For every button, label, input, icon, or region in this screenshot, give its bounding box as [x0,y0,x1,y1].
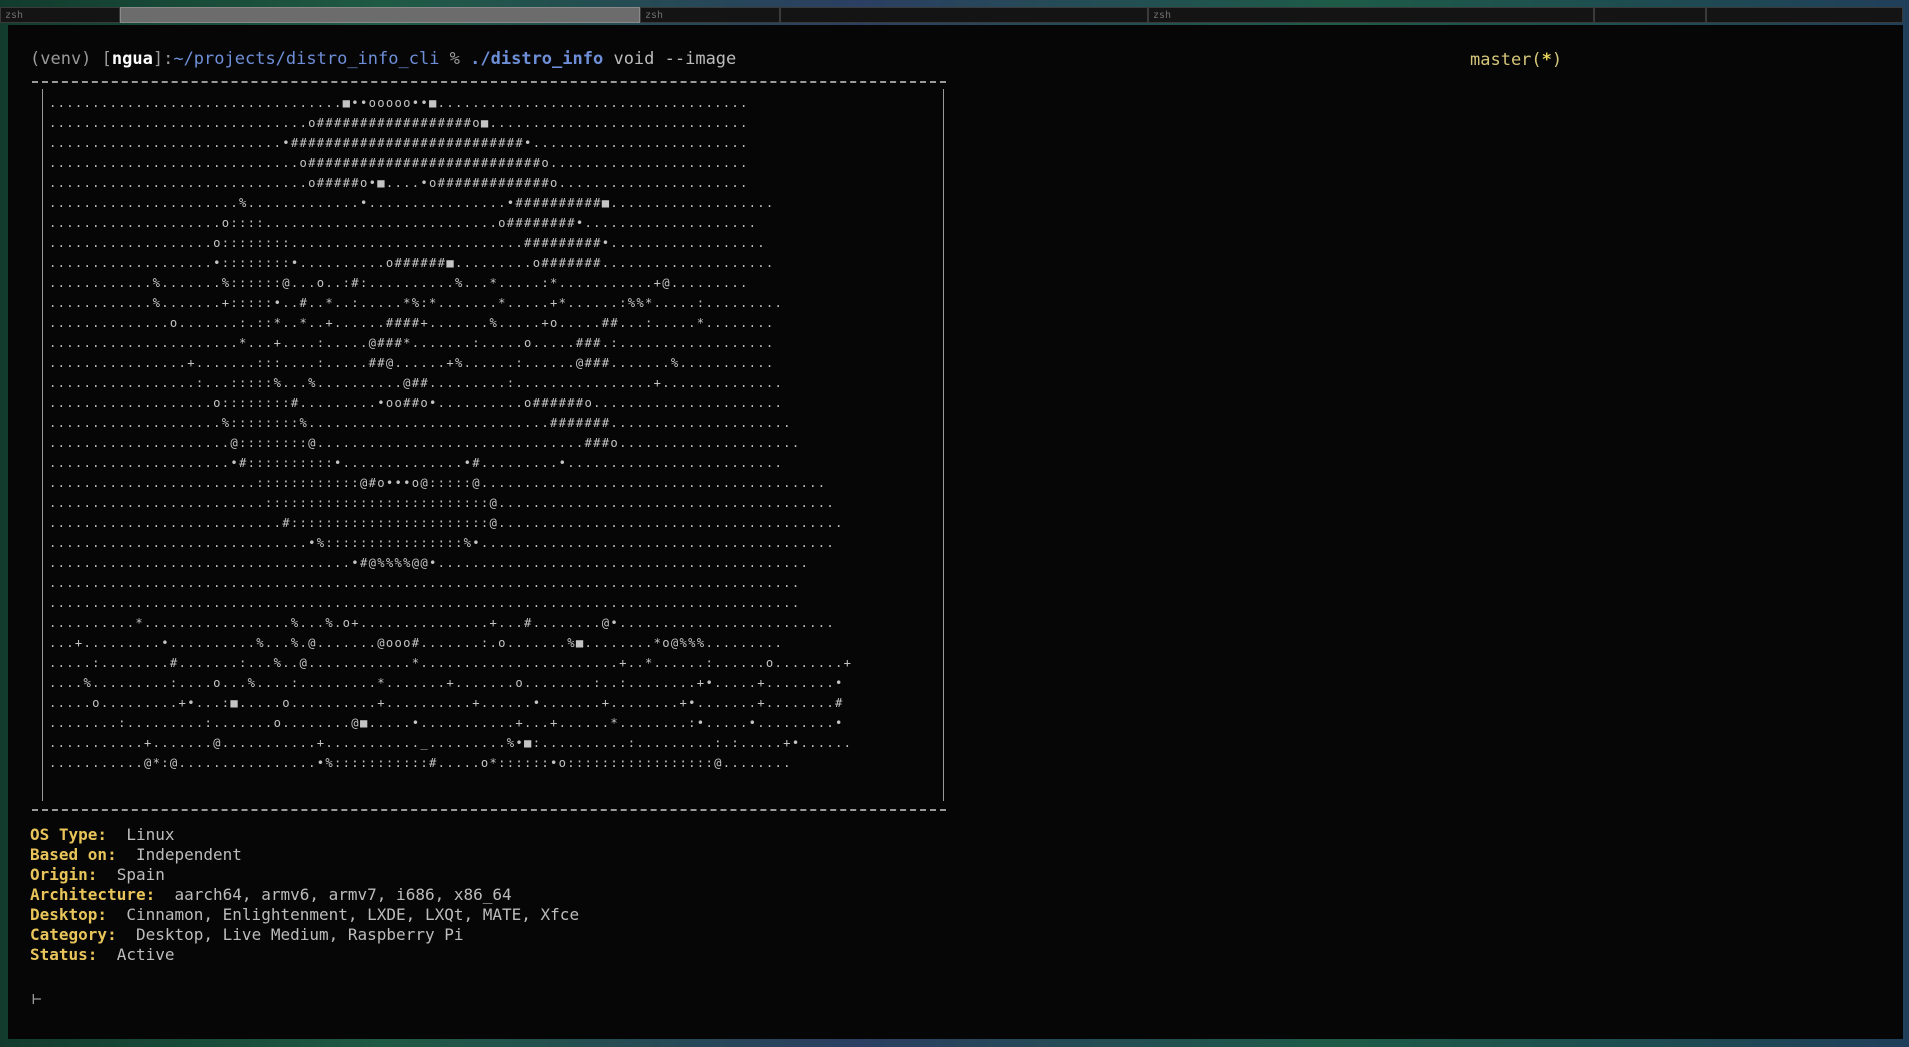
ascii-art-line: ...........@*:@................•%:::::::… [49,756,792,770]
ascii-art-border: ..................................■••ooo… [42,89,944,801]
info-row: OS Type: Linux [30,825,579,845]
git-dirty-marker: * [1541,50,1552,70]
command-prompt: (venv) [ngua]:~/projects/distro_info_cli… [30,49,736,69]
git-branch-label: master( [1470,50,1542,70]
ascii-art-line: ...+.........•..........%...%.@.......@o… [49,636,784,650]
ascii-art-line: ..............................o#####o•■.… [49,176,749,190]
info-row: Status: Active [30,945,579,965]
terminal-cursor: ⊢ [32,989,42,1008]
distro-info-list: OS Type: Linux Based on: Independent Origi… [30,825,579,965]
ascii-art-line: .........................:::::::::::::::… [49,496,836,510]
ascii-art-line: ........................................… [49,596,801,610]
info-key: Desktop: [30,905,108,924]
ascii-art-line: ...........................•############… [49,136,749,150]
ascii-art-logo: ..................................■••ooo… [43,89,943,777]
info-value: Active [97,945,175,964]
prompt-user: ngua [111,49,153,69]
ascii-art-line: .............................o##########… [49,156,749,170]
ascii-art-line: ...................o::::::::............… [49,236,766,250]
ascii-art-line: ..........*.................%...%.o+....… [49,616,836,630]
info-value: Spain [97,865,165,884]
ascii-art-line: ..............o.......:.::*..*..+......#… [49,316,775,330]
info-row: Category: Desktop, Live Medium, Raspberr… [30,925,579,945]
info-key: Based on: [30,845,117,864]
ascii-art-line: ....%.........:....o...%....:.........*.… [49,676,844,690]
ascii-art-line: ......................*...+....:.....@##… [49,336,775,350]
prompt-venv: (venv) [ [30,49,112,69]
prompt-args: void --image [603,49,737,69]
ascii-art-line: ......................%.............•...… [49,196,775,210]
ascii-art-line: .....:........#.......:...%..@..........… [49,656,853,670]
tab-zsh-1[interactable]: zsh [0,7,120,23]
ascii-art-line: .....o.........+•...:■.....o..........+.… [49,696,844,710]
info-row: Based on: Independent [30,845,579,865]
tab-empty-2[interactable] [1594,7,1706,23]
info-key: Category: [30,925,117,944]
info-value: Cinnamon, Enlightenment, LXDE, LXQt, MAT… [107,905,580,924]
ascii-art-frame: ..................................■••ooo… [32,81,946,811]
ascii-art-line: .....................•#::::::::::•......… [49,456,784,470]
ascii-art-line: ..............................•%::::::::… [49,536,836,550]
tab-zsh-3[interactable]: zsh [1148,7,1594,23]
prompt-separator: ]: [152,49,174,69]
ascii-art-line: ........................................… [49,576,801,590]
info-key: Origin: [30,865,98,884]
terminal-window[interactable]: (venv) [ngua]:~/projects/distro_info_cli… [8,25,1903,1039]
git-status: master(*) [1470,50,1562,70]
tab-zsh-2[interactable]: zsh [640,7,780,23]
info-row: Origin: Spain [30,865,579,885]
tmux-tab-bar: zsh zsh zsh [0,0,1909,25]
git-branch-close: ) [1551,50,1563,70]
ascii-art-line: ............%.......%::::::@...o..:#:...… [49,276,749,290]
info-row: Architecture: aarch64, armv6, armv7, i68… [30,885,579,905]
prompt-path: ~/projects/distro_info_cli [173,49,440,69]
ascii-art-line: ....................%::::::::%..........… [49,416,792,430]
ascii-art-line: ............%.......+:::::•..#..*..:....… [49,296,784,310]
info-row: Desktop: Cinnamon, Enlightenment, LXDE, … [30,905,579,925]
ascii-art-line: ...................•::::::::•..........o… [49,256,775,270]
info-key: Architecture: [30,885,156,904]
info-value: aarch64, armv6, armv7, i686, x86_64 [155,885,512,904]
tab-active[interactable] [120,7,640,23]
tab-empty-1[interactable] [780,7,1148,23]
info-value: Desktop, Live Medium, Raspberry Pi [116,925,464,944]
ascii-art-line: ...................................•#@%%… [49,556,810,570]
info-key: OS Type: [30,825,108,844]
ascii-art-line: ........:.........:.......o........@■...… [49,716,844,730]
ascii-art-line: ....................o::::...............… [49,216,758,230]
info-key: Status: [30,945,98,964]
prompt-command: ./distro_info [470,49,604,69]
ascii-art-line: ................+.......:::....:.....##@… [49,356,775,370]
ascii-art-line: ........................::::::::::::@#o•… [49,476,827,490]
ascii-art-line: ...................o::::::::#.........•o… [49,396,784,410]
ascii-art-line: ...........................#::::::::::::… [49,516,844,530]
info-value: Independent [116,845,242,864]
ascii-art-line: .....................@::::::::@.........… [49,436,801,450]
prompt-symbol: % [439,49,471,69]
ascii-art-line: ..............................o#########… [49,116,749,130]
tab-empty-3[interactable] [1706,7,1903,23]
info-value: Linux [107,825,175,844]
ascii-art-line: ...........+.......@...........+........… [49,736,853,750]
ascii-art-line: ..................................■••ooo… [49,96,749,110]
ascii-art-line: .................:...:::::%...%.........… [49,376,784,390]
